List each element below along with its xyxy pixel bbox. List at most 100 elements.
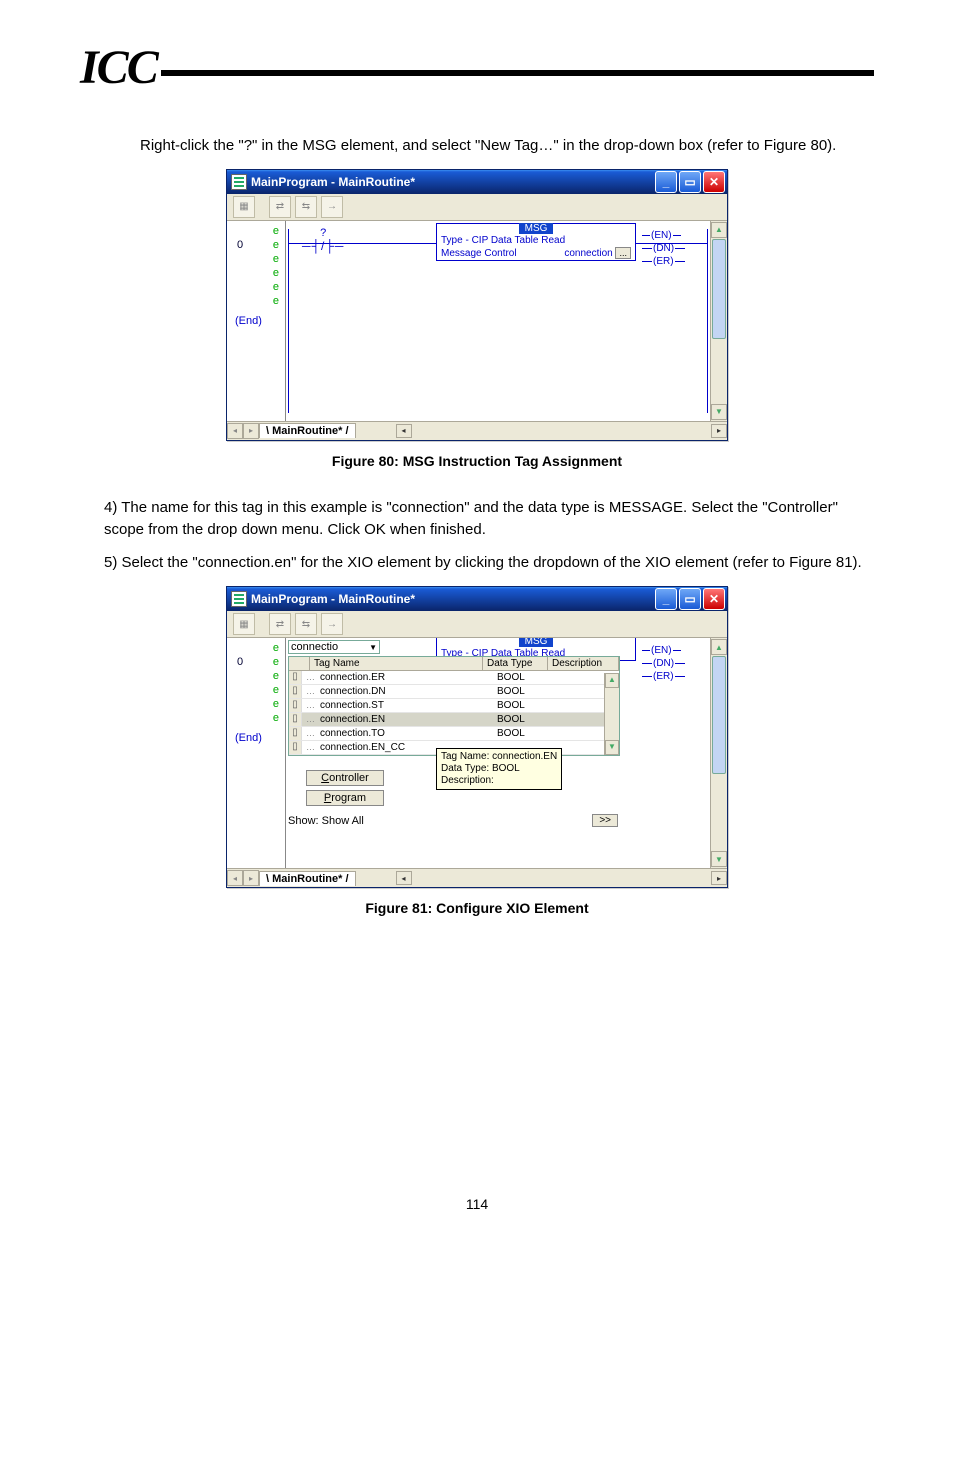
tag-row[interactable]: ▯connection.ENBOOL xyxy=(289,713,619,727)
tag-name-cell: connection.DN xyxy=(302,685,493,698)
figure-80-caption: Figure 80: MSG Instruction Tag Assignmen… xyxy=(80,453,874,469)
scroll-down-icon[interactable]: ▼ xyxy=(711,404,727,420)
pin-icon: ▯ xyxy=(289,713,302,726)
maximize-button[interactable]: ▭ xyxy=(679,171,701,193)
tag-name-cell: connection.ER xyxy=(302,671,493,684)
rung-gutter-2: e 0e e e e e (End) xyxy=(227,638,286,868)
msg-control-label: Message Control xyxy=(441,247,517,260)
tag-tooltip: Tag Name: connection.EN Data Type: BOOL … xyxy=(436,748,562,790)
tag-row[interactable]: ▯connection.ERBOOL xyxy=(289,671,619,685)
msg-config-button[interactable]: ... xyxy=(615,247,631,259)
tag-header-pin xyxy=(289,657,310,670)
figure-81-caption: Figure 81: Configure XIO Element xyxy=(80,900,874,916)
scroll-right-icon[interactable]: ▸ xyxy=(711,424,727,438)
page-header: ICC xyxy=(80,40,874,95)
tag-type-cell: BOOL xyxy=(493,685,557,698)
msg-status-bits: (EN) (DN) (ER) xyxy=(642,229,685,268)
tag-scrollbar[interactable]: ▲ ▼ xyxy=(604,673,619,755)
close-button[interactable]: ✕ xyxy=(703,171,725,193)
minimize-button[interactable]: _ xyxy=(655,171,677,193)
scroll-left-icon[interactable]: ◂ xyxy=(396,424,412,438)
scroll-left-icon-2[interactable]: ◂ xyxy=(396,871,412,885)
tab-prev-button-2[interactable]: ▸ xyxy=(243,870,259,886)
program-scope-button[interactable]: Program xyxy=(306,790,384,806)
xio-tag-input[interactable]: connectio ▼ xyxy=(288,640,380,654)
pin-icon: ▯ xyxy=(289,699,302,712)
minimize-button-2[interactable]: _ xyxy=(655,588,677,610)
xio-element[interactable]: ? ─┤/├─ xyxy=(302,227,344,253)
toolbar-icon-3b[interactable]: ⇆ xyxy=(295,613,317,635)
rung-gutter: e 0e e e e e (End) xyxy=(227,221,286,421)
tag-name-cell: connection.TO xyxy=(302,727,493,740)
logo-rule xyxy=(161,70,874,76)
maximize-button-2[interactable]: ▭ xyxy=(679,588,701,610)
tag-header-desc: Description xyxy=(548,657,619,670)
tag-row[interactable]: ▯connection.TOBOOL xyxy=(289,727,619,741)
paragraph-3: 5) Select the "connection.en" for the XI… xyxy=(80,552,874,574)
tag-scroll-down-icon[interactable]: ▼ xyxy=(605,740,619,755)
msg-instruction[interactable]: MSG Type - CIP Data Table Read Message C… xyxy=(436,223,636,261)
pin-icon: ▯ xyxy=(289,671,302,684)
toolbar-icon-2b[interactable]: ⇄ xyxy=(269,613,291,635)
scroll-up-icon[interactable]: ▲ xyxy=(711,222,727,238)
window-title-2: MainProgram - MainRoutine* xyxy=(251,592,655,606)
toolbar-icon-4b[interactable]: → xyxy=(321,613,343,635)
tab-mainroutine-2[interactable]: \ MainRoutine* / xyxy=(259,871,356,886)
titlebar-2[interactable]: MainProgram - MainRoutine* _ ▭ ✕ xyxy=(227,587,727,611)
tag-type-cell: BOOL xyxy=(493,699,557,712)
tag-header-name: Tag Name xyxy=(310,657,483,670)
show-expand-button[interactable]: >> xyxy=(592,814,618,827)
title-icon xyxy=(231,174,247,190)
close-button-2[interactable]: ✕ xyxy=(703,588,725,610)
controller-scope-button[interactable]: Controller xyxy=(306,770,384,786)
toolbar-icon-3[interactable]: ⇆ xyxy=(295,196,317,218)
tag-type-cell: BOOL xyxy=(493,713,557,726)
rung-end: (End) xyxy=(227,309,285,327)
vertical-scrollbar[interactable]: ▲ ▼ xyxy=(710,221,727,421)
paragraph-2: 4) The name for this tag in this example… xyxy=(80,497,874,541)
toolbar-icon-1b[interactable]: ▦ xyxy=(233,613,255,635)
tag-row[interactable]: ▯connection.DNBOOL xyxy=(289,685,619,699)
horizontal-scrollbar-2[interactable]: ◂ ▸ xyxy=(396,871,727,885)
toolbar-icon-1[interactable]: ▦ xyxy=(233,196,255,218)
pin-icon: ▯ xyxy=(289,685,302,698)
toolbar-icon-2[interactable]: ⇄ xyxy=(269,196,291,218)
paragraph-1: Right-click the "?" in the MSG element, … xyxy=(80,135,874,157)
window-fig1: MainProgram - MainRoutine* _ ▭ ✕ ▦ ⇄ ⇆ →… xyxy=(226,169,728,441)
window-fig2: MainProgram - MainRoutine* _ ▭ ✕ ▦ ⇄ ⇆ →… xyxy=(226,586,728,888)
msg-type-label: Type - CIP Data Table Read xyxy=(441,234,565,247)
scroll-right-icon-2[interactable]: ▸ xyxy=(711,871,727,885)
dropdown-icon[interactable]: ▼ xyxy=(369,643,377,652)
tab-first-button-2[interactable]: ◂ xyxy=(227,870,243,886)
ladder-canvas-2[interactable]: MSG Type - CIP Data Table Read (EN) (DN)… xyxy=(286,638,710,868)
tag-type-cell: BOOL xyxy=(493,671,557,684)
horizontal-scrollbar[interactable]: ◂ ▸ xyxy=(396,424,727,438)
toolbar-icon-4[interactable]: → xyxy=(321,196,343,218)
title-icon-2 xyxy=(231,591,247,607)
toolbar-2: ▦ ⇄ ⇆ → xyxy=(227,611,727,638)
tag-scroll-up-icon[interactable]: ▲ xyxy=(605,673,619,688)
tag-row[interactable]: ▯connection.STBOOL xyxy=(289,699,619,713)
vertical-scrollbar-2[interactable]: ▲ ▼ xyxy=(710,638,727,868)
show-filter-row: Show: Show All >> xyxy=(288,814,618,827)
tab-first-button[interactable]: ◂ xyxy=(227,423,243,439)
scroll-down-icon-2[interactable]: ▼ xyxy=(711,851,727,867)
tab-mainroutine[interactable]: \ MainRoutine* / xyxy=(259,423,356,438)
ladder-canvas[interactable]: ? ─┤/├─ MSG Type - CIP Data Table Read M… xyxy=(286,221,710,421)
page-number: 114 xyxy=(80,1196,874,1212)
msg-label-2: MSG xyxy=(519,638,553,647)
tab-prev-button[interactable]: ▸ xyxy=(243,423,259,439)
tag-name-cell: connection.EN xyxy=(302,713,493,726)
msg-label: MSG xyxy=(519,223,553,234)
rung-end-2: (End) xyxy=(227,726,285,744)
tag-browser[interactable]: Tag Name Data Type Description ▯connecti… xyxy=(288,656,620,756)
pin-icon: ▯ xyxy=(289,741,302,754)
logo-text: ICC xyxy=(80,40,157,95)
xio-symbol: ─┤/├─ xyxy=(302,239,344,253)
toolbar: ▦ ⇄ ⇆ → xyxy=(227,194,727,221)
msg-control-value: connection xyxy=(564,248,612,259)
scroll-up-icon-2[interactable]: ▲ xyxy=(711,639,727,655)
titlebar[interactable]: MainProgram - MainRoutine* _ ▭ ✕ xyxy=(227,170,727,194)
msg-status-bits-2: (EN) (DN) (ER) xyxy=(642,644,685,683)
xio-tag-value: connectio xyxy=(291,641,338,653)
